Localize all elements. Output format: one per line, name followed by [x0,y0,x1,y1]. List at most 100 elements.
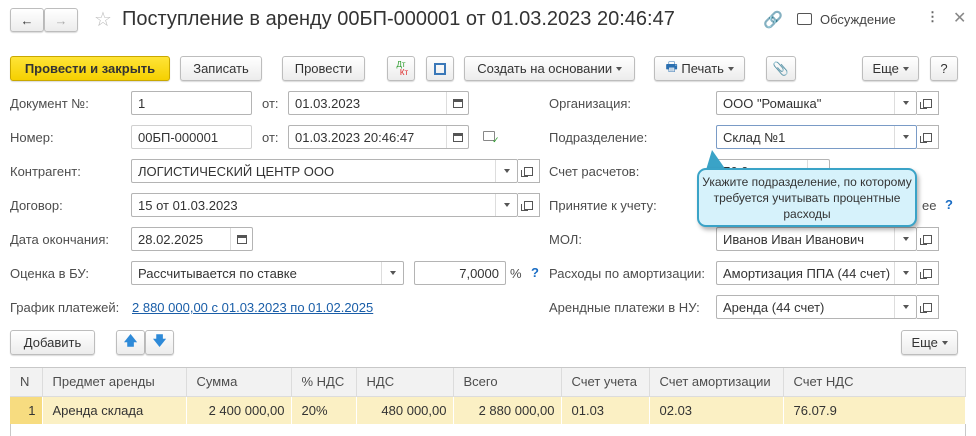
back-button[interactable]: ← [10,8,44,32]
open-icon[interactable] [917,227,939,251]
account-label: Счет расчетов: [549,164,640,179]
table-row[interactable]: 1 Аренда склада 2 400 000,00 20% 480 000… [10,396,966,424]
cell-account[interactable]: 01.03 [561,396,650,424]
col-vat-rate[interactable]: % НДС [291,368,357,397]
col-vat[interactable]: НДС [356,368,454,397]
cell-n[interactable]: 1 [10,396,43,424]
cell-subject[interactable]: Аренда склада [42,396,187,424]
dropdown-icon[interactable] [381,262,403,284]
end-date-input[interactable]: 28.02.2025 [131,227,253,251]
open-icon[interactable] [917,295,939,319]
table-more-button[interactable]: Еще [901,330,958,355]
col-n[interactable]: N [10,368,43,397]
create-based-button[interactable]: Создать на основании [464,56,635,81]
dropdown-icon[interactable] [894,296,916,318]
tooltip-pointer [706,150,726,170]
amort-label: Расходы по амортизации: [549,266,706,281]
discussion-link[interactable]: Обсуждение [820,12,896,27]
close-icon[interactable]: ✕ [953,8,966,28]
col-vat-account[interactable]: Счет НДС [783,368,966,397]
amort-input[interactable]: Амортизация ППА (44 счет) [716,261,917,285]
col-subject[interactable]: Предмет аренды [42,368,187,397]
dropdown-icon[interactable] [894,92,916,114]
more-button[interactable]: Еще [862,56,919,81]
dropdown-icon[interactable] [894,228,916,250]
cell-sum[interactable]: 2 400 000,00 [186,396,292,424]
col-total[interactable]: Всего [453,368,562,397]
number-input[interactable]: 00БП-000001 [131,125,252,149]
number-value: 00БП-000001 [138,129,219,145]
doc-no-label: Документ №: [10,96,89,111]
posted-status-icon[interactable]: ✓ [483,131,500,145]
printer-icon: 🖶 [665,58,678,74]
calendar-icon[interactable] [446,126,468,148]
division-value: Склад №1 [723,129,786,145]
cell-total[interactable]: 2 880 000,00 [453,396,562,424]
save-button[interactable]: Записать [180,56,262,81]
calendar-icon[interactable] [230,228,252,250]
contract-input[interactable]: 15 от 01.03.2023 [131,193,518,217]
help-icon[interactable]: ? [945,197,953,212]
more-label: Еще [872,61,899,76]
counterparty-input[interactable]: ЛОГИСТИЧЕСКИЙ ЦЕНТР ООО [131,159,518,183]
doc-date-input[interactable]: 01.03.2023 [288,91,469,115]
cell-vat-rate[interactable]: 20% [291,396,357,424]
counterparty-label: Контрагент: [10,164,81,179]
division-input[interactable]: Склад №1 [716,125,917,149]
col-amort-account[interactable]: Счет амортизации [649,368,784,397]
print-button[interactable]: 🖶 Печать [654,56,745,81]
print-label: Печать [681,61,724,76]
open-icon[interactable] [518,159,540,183]
rate-value: 7,0000 [459,265,499,281]
from-label: от: [262,130,279,145]
dropdown-icon[interactable] [495,194,517,216]
rent-nu-input[interactable]: Аренда (44 счет) [716,295,917,319]
attach-button[interactable]: 📎 [766,56,796,81]
number-date-input[interactable]: 01.03.2023 20:46:47 [288,125,469,149]
org-input[interactable]: ООО "Ромашка" [716,91,917,115]
contract-value: 15 от 01.03.2023 [138,197,238,213]
dropdown-icon[interactable] [495,160,517,182]
calendar-icon[interactable] [446,92,468,114]
post-and-close-button[interactable]: Провести и закрыть [10,56,170,81]
rent-nu-value: Аренда (44 счет) [723,299,825,315]
favorite-star-icon[interactable]: ☆ [94,7,112,32]
open-icon[interactable] [518,193,540,217]
rate-input[interactable]: 7,0000 [414,261,506,285]
valuation-value: Рассчитывается по ставке [138,265,297,281]
col-sum[interactable]: Сумма [186,368,292,397]
dropdown-icon[interactable] [894,262,916,284]
from-label: от: [262,96,279,111]
tooltip: Укажите подразделение, по которому требу… [697,168,917,227]
schedule-label: График платежей: [10,300,120,315]
open-icon[interactable] [917,125,939,149]
link-icon[interactable]: 🔗 [763,10,783,30]
help-button[interactable]: ? [930,56,958,81]
schedule-link[interactable]: 2 880 000,00 с 01.03.2023 по 01.02.2025 [132,300,373,315]
move-down-button[interactable]: 🡇 [145,330,174,355]
dt-kt-button[interactable]: Дт Кт [387,56,415,81]
valuation-select[interactable]: Рассчитывается по ставке [131,261,404,285]
structure-button[interactable] [426,56,454,81]
dropdown-icon[interactable] [894,126,916,148]
rent-items-table: N Предмет аренды Сумма % НДС НДС Всего С… [10,368,966,424]
cell-vat-account[interactable]: 76.07.9 [783,396,966,424]
org-label: Организация: [549,96,632,111]
forward-button[interactable]: → [44,8,78,32]
cell-vat[interactable]: 480 000,00 [356,396,454,424]
contract-label: Договор: [10,198,63,213]
move-up-button[interactable]: 🡅 [116,330,145,355]
more-menu-icon[interactable]: ⋮ [926,9,939,25]
mol-input[interactable]: Иванов Иван Иванович [716,227,917,251]
doc-no-input[interactable]: 1 [131,91,252,115]
post-button[interactable]: Провести [282,56,365,81]
add-button[interactable]: Добавить [10,330,95,355]
open-icon[interactable] [917,261,939,285]
help-icon[interactable]: ? [531,265,539,280]
col-account[interactable]: Счет учета [561,368,650,397]
cell-amort-account[interactable]: 02.03 [649,396,784,424]
open-icon[interactable] [917,91,939,115]
accept-value-tail[interactable]: ее [922,198,936,214]
division-label: Подразделение: [549,130,648,145]
discussion-icon[interactable] [797,13,812,25]
